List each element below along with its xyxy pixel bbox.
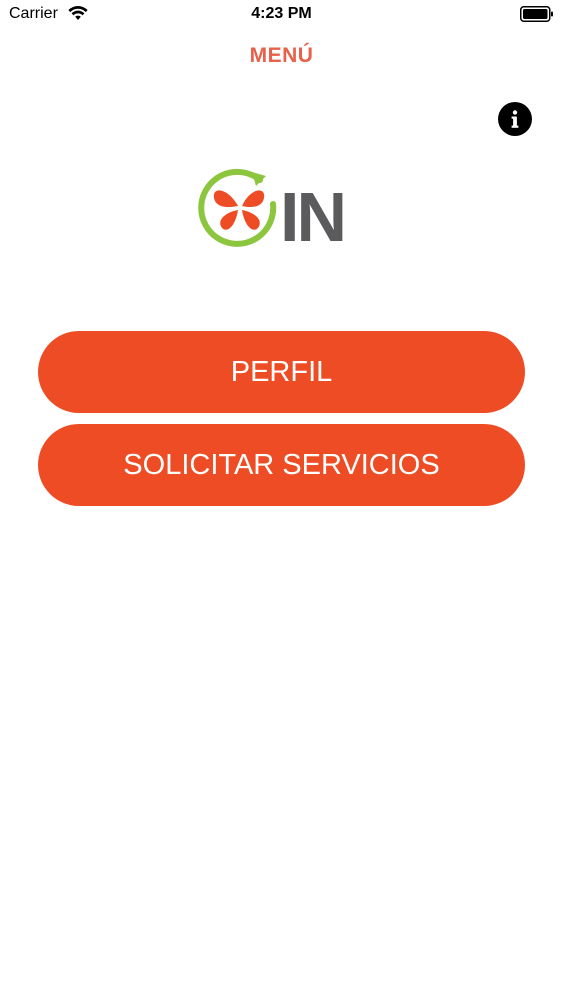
status-bar: Carrier 4:23 PM: [0, 0, 563, 30]
info-button[interactable]: [498, 102, 532, 136]
solicitar-servicios-button-label: SOLICITAR SERVICIOS: [123, 448, 440, 481]
info-icon: [511, 110, 519, 128]
perfil-button-label: PERFIL: [230, 355, 333, 388]
status-time: 4:23 PM: [251, 5, 312, 22]
page-title: MENÚ: [249, 44, 314, 67]
perfil-button[interactable]: PERFIL: [38, 331, 525, 413]
logo-text: IN: [280, 178, 347, 250]
svg-text:IN: IN: [280, 178, 344, 250]
app-logo: IN: [198, 166, 364, 250]
solicitar-servicios-button[interactable]: SOLICITAR SERVICIOS: [38, 424, 525, 506]
butterfly-refresh-icon: [198, 168, 277, 247]
battery-icon: [520, 6, 553, 22]
